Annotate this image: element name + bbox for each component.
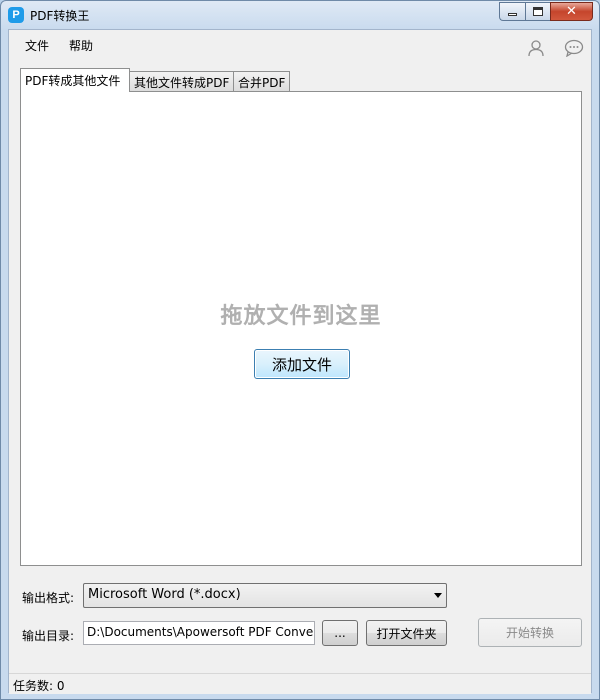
minimize-icon <box>508 13 517 16</box>
task-count-text: 任务数: 0 <box>13 679 65 693</box>
maximize-icon <box>533 7 543 16</box>
status-bar: 任务数: 0 <box>9 673 591 694</box>
tab-other-to-pdf[interactable]: 其他文件转成PDF <box>129 71 234 91</box>
tab-merge-pdf[interactable]: 合并PDF <box>233 71 290 91</box>
browse-button[interactable]: ... <box>322 620 358 646</box>
tab-pdf-to-other[interactable]: PDF转成其他文件 <box>20 68 130 92</box>
app-logo-icon: P <box>8 7 24 23</box>
client-area: 文件 帮助 PDF转成其他文件 其他文件转成PDF 合并PDF 拖放文件到这里 … <box>8 29 592 694</box>
menu-help[interactable]: 帮助 <box>69 37 93 54</box>
menu-file[interactable]: 文件 <box>25 37 49 54</box>
add-file-button[interactable]: 添加文件 <box>254 349 350 379</box>
output-format-label: 输出格式: <box>22 591 75 605</box>
output-dir-input[interactable]: D:\Documents\Apowersoft PDF Conver <box>83 621 315 645</box>
user-account-icon[interactable] <box>527 39 545 57</box>
drop-hint-text: 拖放文件到这里 <box>220 304 382 329</box>
close-button[interactable]: ✕ <box>550 2 593 21</box>
menu-bar: 文件 帮助 <box>9 30 591 60</box>
output-format-select[interactable]: Microsoft Word (*.docx) <box>83 583 447 608</box>
minimize-button[interactable] <box>499 2 525 21</box>
output-format-value: Microsoft Word (*.docx) <box>88 587 241 602</box>
dropdown-arrow-icon <box>434 593 442 598</box>
open-folder-button[interactable]: 打开文件夹 <box>366 620 447 646</box>
feedback-chat-icon[interactable] <box>564 39 584 57</box>
window-controls: ✕ <box>499 2 593 21</box>
output-dir-label: 输出目录: <box>22 629 75 643</box>
close-icon: ✕ <box>566 4 577 19</box>
app-window: P PDF转换王 ✕ 文件 帮助 PDF转成其他文件 其他文件转成PDF 合并P… <box>0 0 600 700</box>
maximize-button[interactable] <box>525 2 550 21</box>
start-convert-button[interactable]: 开始转换 <box>478 618 582 647</box>
file-drop-area[interactable]: 拖放文件到这里 添加文件 <box>20 91 582 566</box>
window-title: PDF转换王 <box>30 9 90 23</box>
title-bar[interactable]: P PDF转换王 ✕ <box>1 1 599 29</box>
